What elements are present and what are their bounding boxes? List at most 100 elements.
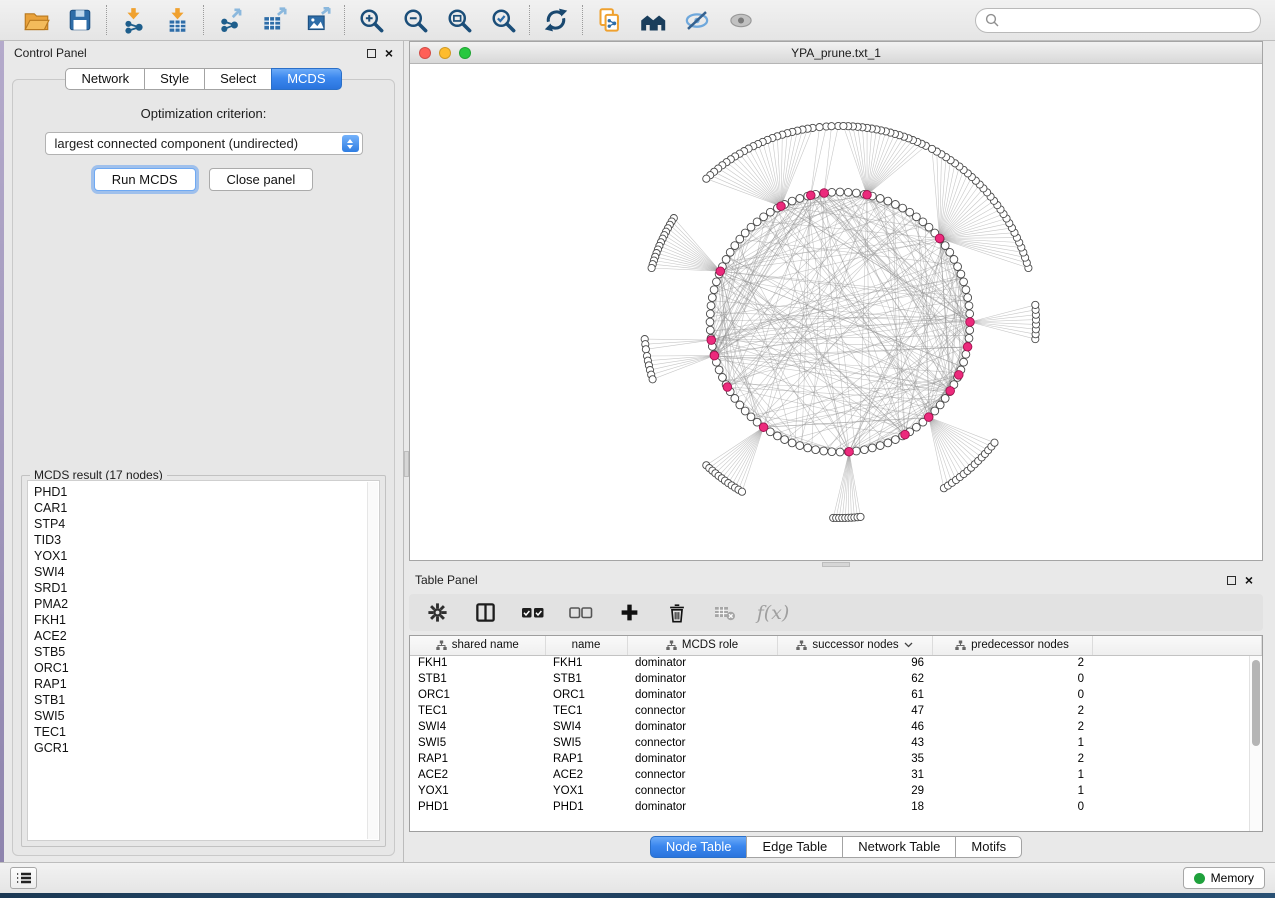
search-box[interactable] [975,8,1261,33]
table-cell-pred[interactable]: 0 [932,799,1092,815]
table-cell-succ[interactable]: 46 [777,719,932,735]
scrollbar-thumb[interactable] [1252,660,1260,746]
open-file-button[interactable] [22,6,50,34]
mcds-result-item[interactable]: STP4 [34,516,379,532]
table-row[interactable]: SWI5SWI5connector431 [410,735,1262,751]
table-cell-name[interactable]: ACE2 [545,767,627,783]
mcds-result-item[interactable]: CAR1 [34,500,379,516]
search-input[interactable] [999,13,1251,27]
new-network-from-selection-button[interactable] [595,6,623,34]
table-cell-role[interactable]: dominator [627,655,777,671]
run-mcds-button[interactable]: Run MCDS [94,168,196,191]
table-cell-role[interactable]: dominator [627,799,777,815]
mcds-result-item[interactable]: ACE2 [34,628,379,644]
zoom-out-button[interactable] [401,6,429,34]
tab-network-table[interactable]: Network Table [842,836,955,858]
mcds-result-list[interactable]: PHD1CAR1STP4TID3YOX1SWI4SRD1PMA2FKH1ACE2… [27,480,380,841]
table-cell-pred[interactable]: 1 [932,735,1092,751]
table-cell-name[interactable]: SWI4 [545,719,627,735]
show-columns-button[interactable] [472,600,498,626]
table-cell-role[interactable]: connector [627,783,777,799]
table-cell-name[interactable]: RAP1 [545,751,627,767]
table-cell-role[interactable]: dominator [627,719,777,735]
table-row[interactable]: TEC1TEC1connector472 [410,703,1262,719]
float-table-panel-icon[interactable] [1227,576,1236,585]
zoom-in-button[interactable] [357,6,385,34]
table-cell-shared[interactable]: STB1 [410,671,545,687]
table-cell-succ[interactable]: 31 [777,767,932,783]
table-cell-shared[interactable]: ACE2 [410,767,545,783]
delete-column-button[interactable] [664,600,690,626]
column-mcds-role[interactable]: MCDS role [627,636,777,655]
tab-network[interactable]: Network [65,68,144,90]
table-cell-pred[interactable]: 0 [932,671,1092,687]
table-cell-pred[interactable]: 2 [932,751,1092,767]
mcds-result-item[interactable]: TID3 [34,532,379,548]
table-cell-name[interactable]: FKH1 [545,655,627,671]
table-cell-succ[interactable]: 62 [777,671,932,687]
table-cell-name[interactable]: YOX1 [545,783,627,799]
mcds-result-item[interactable]: SWI5 [34,708,379,724]
mcds-result-item[interactable]: GCR1 [34,740,379,756]
tab-motifs[interactable]: Motifs [955,836,1022,858]
table-cell-pred[interactable]: 0 [932,687,1092,703]
table-scrollbar[interactable] [1249,656,1262,831]
table-row[interactable]: SWI4SWI4dominator462 [410,719,1262,735]
table-cell-succ[interactable]: 18 [777,799,932,815]
panel-menu-button[interactable] [10,867,37,889]
column-successor-nodes[interactable]: successor nodes [777,636,932,655]
table-cell-succ[interactable]: 35 [777,751,932,767]
table-cell-name[interactable]: STB1 [545,671,627,687]
mcds-result-item[interactable]: FKH1 [34,612,379,628]
mcds-result-item[interactable]: TEC1 [34,724,379,740]
table-cell-name[interactable]: SWI5 [545,735,627,751]
table-cell-shared[interactable]: TEC1 [410,703,545,719]
select-all-rows-button[interactable] [520,600,546,626]
tab-edge-table[interactable]: Edge Table [746,836,842,858]
optimization-criterion-dropdown[interactable]: largest connected component (undirected) [45,132,363,155]
deselect-all-rows-button[interactable] [568,600,594,626]
table-row[interactable]: RAP1RAP1dominator352 [410,751,1262,767]
table-cell-role[interactable]: connector [627,767,777,783]
import-table-button[interactable] [163,6,191,34]
table-cell-succ[interactable]: 47 [777,703,932,719]
export-network-button[interactable] [216,6,244,34]
mcds-result-item[interactable]: RAP1 [34,676,379,692]
table-cell-shared[interactable]: PHD1 [410,799,545,815]
table-cell-role[interactable]: dominator [627,671,777,687]
import-network-button[interactable] [119,6,147,34]
refresh-layout-button[interactable] [542,6,570,34]
table-cell-succ[interactable]: 29 [777,783,932,799]
mcds-result-item[interactable]: PMA2 [34,596,379,612]
table-cell-pred[interactable]: 1 [932,783,1092,799]
tab-select[interactable]: Select [204,68,271,90]
table-cell-role[interactable]: dominator [627,687,777,703]
mcds-result-item[interactable]: SRD1 [34,580,379,596]
zoom-fit-button[interactable] [445,6,473,34]
mcds-result-item[interactable]: SWI4 [34,564,379,580]
zoom-selected-button[interactable] [489,6,517,34]
table-cell-role[interactable]: connector [627,735,777,751]
table-cell-name[interactable]: ORC1 [545,687,627,703]
horizontal-splitter[interactable] [409,561,1263,568]
table-cell-succ[interactable]: 96 [777,655,932,671]
network-window-titlebar[interactable]: YPA_prune.txt_1 [410,42,1262,64]
table-cell-shared[interactable]: RAP1 [410,751,545,767]
close-panel-icon[interactable]: × [385,48,393,58]
close-panel-button[interactable]: Close panel [209,168,314,191]
table-cell-pred[interactable]: 2 [932,703,1092,719]
network-nodes[interactable] [641,122,1040,521]
table-cell-shared[interactable]: FKH1 [410,655,545,671]
memory-button[interactable]: Memory [1183,867,1265,889]
table-cell-name[interactable]: PHD1 [545,799,627,815]
table-row[interactable]: ACE2ACE2connector311 [410,767,1262,783]
save-session-button[interactable] [66,6,94,34]
table-cell-pred[interactable]: 2 [932,719,1092,735]
table-row[interactable]: STB1STB1dominator620 [410,671,1262,687]
add-column-button[interactable] [616,600,642,626]
table-cell-shared[interactable]: YOX1 [410,783,545,799]
table-cell-role[interactable]: dominator [627,751,777,767]
export-table-button[interactable] [260,6,288,34]
table-row[interactable]: PHD1PHD1dominator180 [410,799,1262,815]
first-neighbors-button[interactable] [639,6,667,34]
